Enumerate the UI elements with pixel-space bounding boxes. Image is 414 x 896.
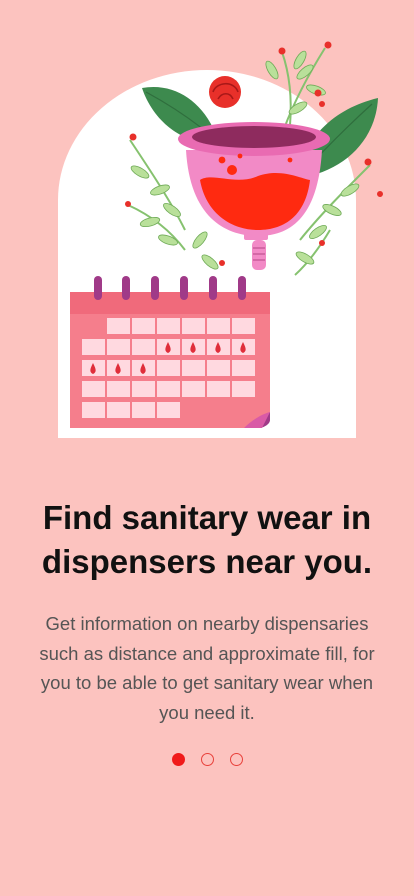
onboarding-illustration: [0, 0, 414, 450]
page-dot-1[interactable]: [171, 753, 185, 766]
onboarding-title: Find sanitary wear in dispensers near yo…: [41, 499, 373, 580]
page-indicator: [0, 753, 414, 769]
page-dot-3[interactable]: [229, 753, 243, 766]
page-dot-2[interactable]: [200, 753, 214, 766]
onboarding-description: Get information on nearby dispensaries s…: [39, 613, 375, 723]
rose-icon: [209, 76, 241, 108]
